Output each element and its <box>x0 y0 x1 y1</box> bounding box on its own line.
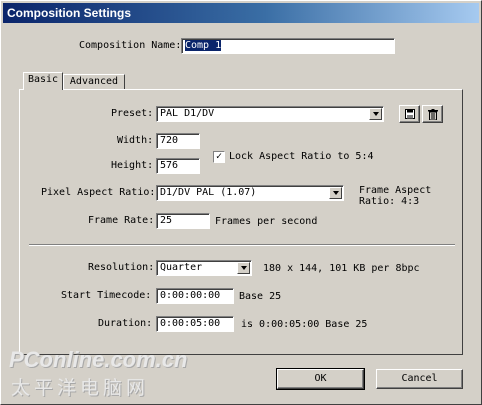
frame-rate-units: Frames per second <box>215 216 318 227</box>
preset-dropdown[interactable]: PAL D1/DV <box>156 106 384 122</box>
resolution-label: Resolution: <box>88 262 155 273</box>
watermark-chinese: 太平洋电脑网 <box>11 378 150 399</box>
pixel-aspect-dropdown[interactable]: D1/DV PAL (1.07) <box>156 185 344 201</box>
save-preset-button[interactable] <box>399 105 420 123</box>
resolution-info: 180 x 144, 101 KB per 8bpc <box>263 263 420 274</box>
chevron-down-icon <box>329 187 342 199</box>
start-timecode-input[interactable]: 0:00:00:00 <box>156 288 234 304</box>
divider <box>29 244 455 246</box>
chevron-down-icon <box>237 262 250 274</box>
pixel-aspect-label: Pixel Aspect Ratio: <box>41 187 156 198</box>
width-label: Width: <box>117 135 154 146</box>
ok-button[interactable]: OK <box>276 368 365 390</box>
start-timecode-label: Start Timecode: <box>61 290 152 301</box>
height-label: Height: <box>111 160 154 171</box>
frame-rate-input[interactable]: 25 <box>156 213 210 229</box>
trash-icon <box>427 109 438 121</box>
tab-advanced[interactable]: Advanced <box>63 74 125 90</box>
frame-aspect-value: Ratio: 4:3 <box>359 196 420 207</box>
duration-input[interactable]: 0:00:05:00 <box>156 316 234 332</box>
comp-name-label: Composition Name: <box>79 40 182 51</box>
height-input[interactable]: 576 <box>156 158 200 174</box>
composition-settings-dialog: Composition Settings Composition Name: C… <box>0 0 482 405</box>
duration-info: is 0:00:05:00 Base 25 <box>241 319 368 330</box>
start-timecode-base: Base 25 <box>239 291 282 302</box>
lock-aspect-checkbox[interactable]: ✓ <box>213 151 225 163</box>
cancel-button[interactable]: Cancel <box>376 369 463 389</box>
floppy-disk-icon <box>404 109 415 119</box>
lock-aspect-label: Lock Aspect Ratio to 5:4 <box>229 151 374 162</box>
preset-label: Preset: <box>111 108 154 119</box>
resolution-dropdown[interactable]: Quarter <box>156 260 252 276</box>
comp-name-input[interactable]: Comp 1 <box>181 38 395 54</box>
duration-label: Duration: <box>98 318 153 329</box>
window-title: Composition Settings <box>3 3 479 23</box>
watermark-logo: PConline.com.cn <box>9 347 188 372</box>
frame-aspect-label: Frame Aspect <box>359 185 432 196</box>
frame-rate-label: Frame Rate: <box>88 215 155 226</box>
delete-preset-button[interactable] <box>422 105 443 123</box>
width-input[interactable]: 720 <box>156 133 200 149</box>
chevron-down-icon <box>369 108 382 120</box>
tab-basic[interactable]: Basic <box>23 72 63 90</box>
